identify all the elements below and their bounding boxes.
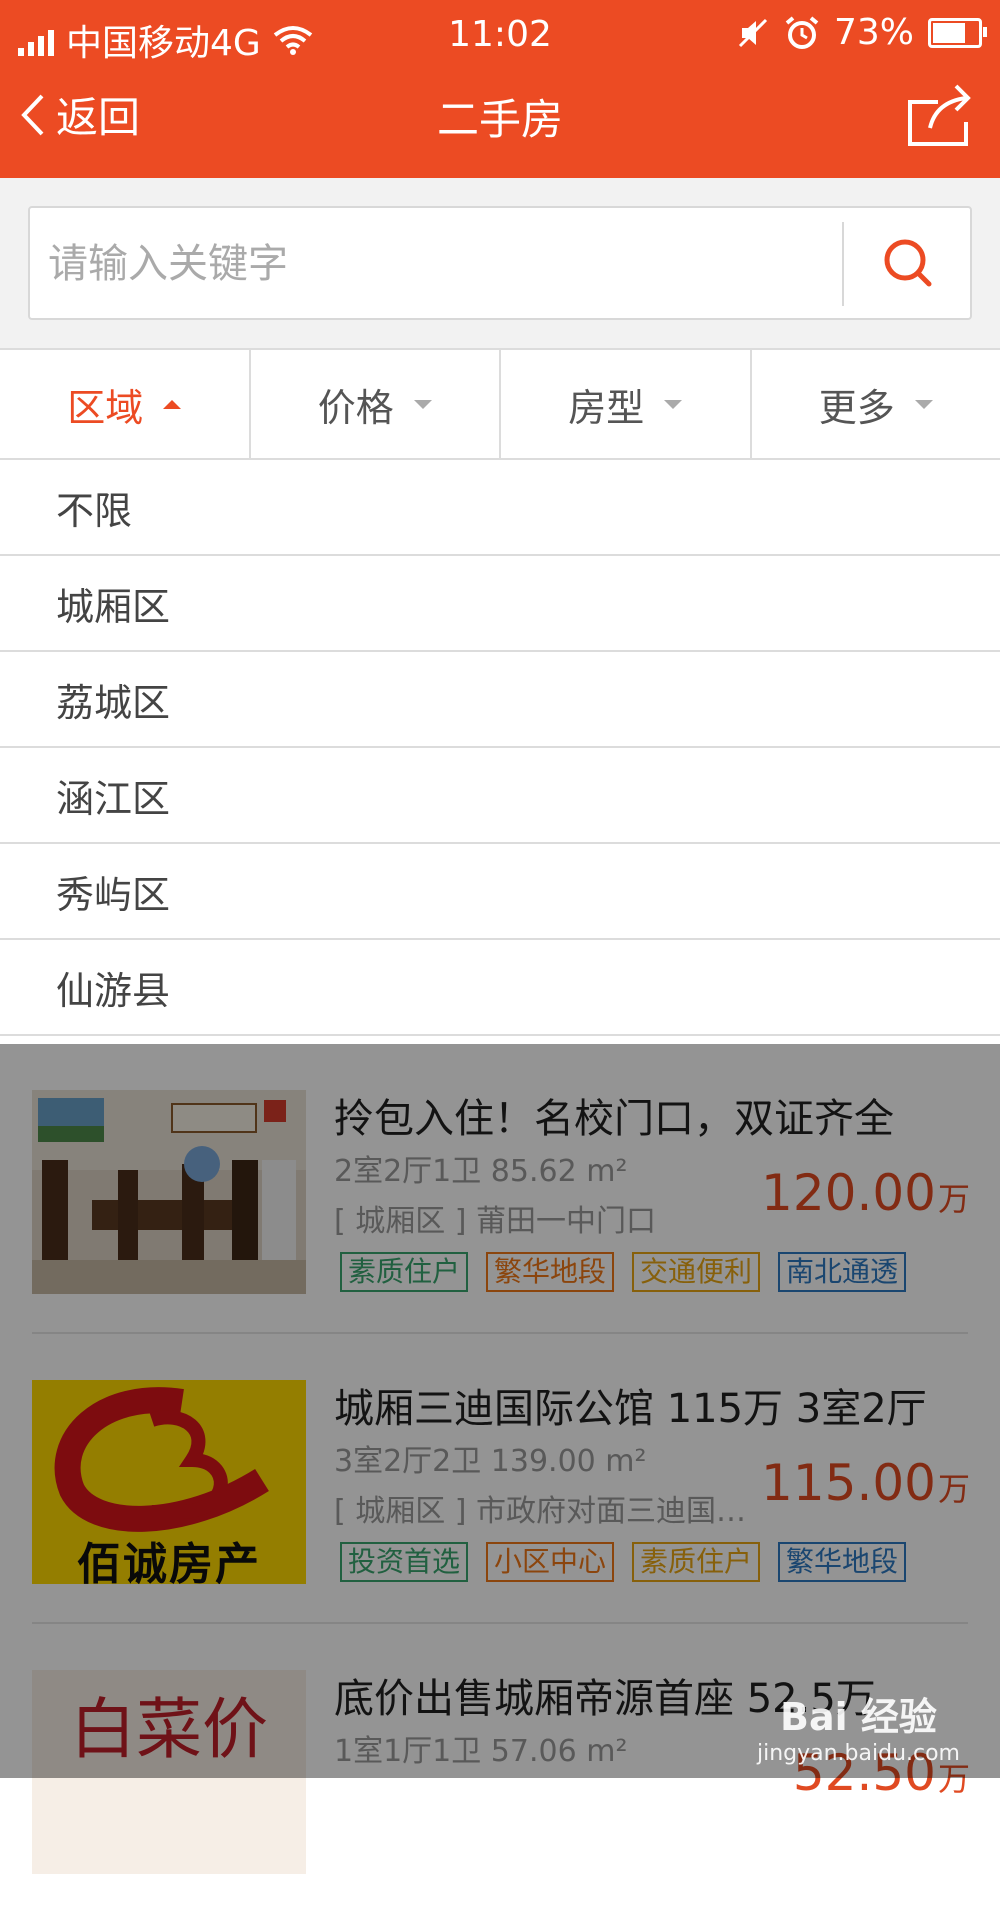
filter-tab-more[interactable]: 更多 — [752, 350, 1000, 458]
battery-icon — [928, 18, 982, 48]
search-input[interactable] — [46, 208, 850, 320]
alarm-icon — [784, 15, 820, 51]
caret-down-icon — [414, 400, 432, 409]
filter-tabs: 区域 价格 房型 更多 — [0, 348, 1000, 460]
region-option-hanjiang[interactable]: 涵江区 — [0, 748, 1000, 844]
caret-down-icon — [915, 400, 933, 409]
filter-tab-label: 房型 — [568, 377, 644, 432]
dropdown-backdrop[interactable] — [0, 1044, 1000, 1778]
filter-tab-layout[interactable]: 房型 — [501, 350, 752, 458]
status-bar: 中国移动4G 11:02 73% — [0, 0, 1000, 72]
region-option-chengxiang[interactable]: 城厢区 — [0, 556, 1000, 652]
filter-tab-region[interactable]: 区域 — [0, 350, 251, 458]
battery-label: 73% — [834, 12, 914, 53]
app-header: 中国移动4G 11:02 73% — [0, 0, 1000, 178]
share-icon[interactable] — [902, 78, 974, 150]
region-option-unlimited[interactable]: 不限 — [0, 460, 1000, 556]
watermark: Bai 经验 jingyan.baidu.com — [757, 1686, 960, 1766]
watermark-url: jingyan.baidu.com — [757, 1741, 960, 1766]
search-icon — [881, 236, 935, 290]
search-button[interactable] — [844, 208, 972, 318]
page-title: 二手房 — [0, 86, 1000, 147]
search-box — [28, 206, 972, 320]
watermark-logo: Bai 经验 — [757, 1686, 960, 1741]
region-dropdown: 不限 城厢区 荔城区 涵江区 秀屿区 仙游县 — [0, 460, 1000, 1044]
filter-tab-label: 更多 — [819, 377, 895, 432]
region-option-xianyou[interactable]: 仙游县 — [0, 940, 1000, 1036]
caret-down-icon — [664, 400, 682, 409]
filter-tab-label: 区域 — [67, 377, 143, 432]
caret-up-icon — [163, 400, 181, 409]
search-area — [0, 178, 1000, 348]
filter-tab-price[interactable]: 价格 — [251, 350, 502, 458]
region-option-licheng[interactable]: 荔城区 — [0, 652, 1000, 748]
filter-tab-label: 价格 — [318, 377, 394, 432]
mute-icon — [736, 16, 770, 50]
region-option-xiuyu[interactable]: 秀屿区 — [0, 844, 1000, 940]
nav-bar: 返回 二手房 — [0, 72, 1000, 178]
